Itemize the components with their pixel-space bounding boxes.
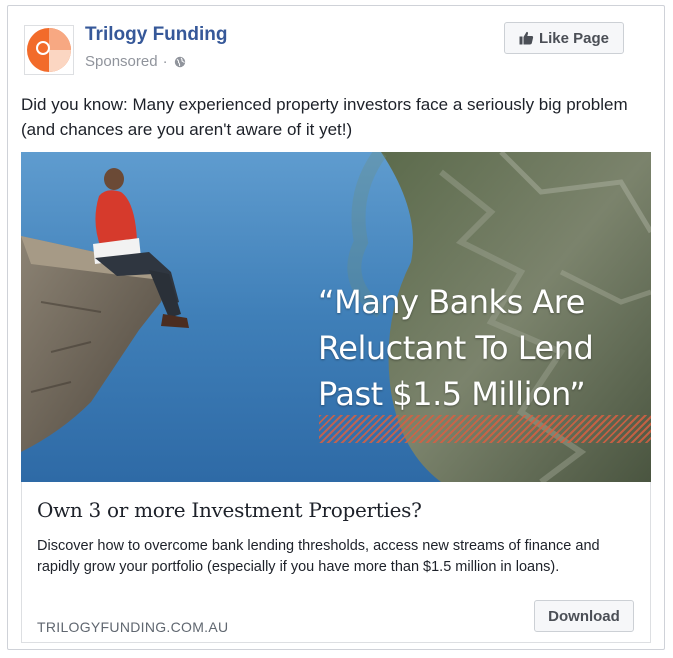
- like-page-button[interactable]: Like Page: [504, 22, 624, 54]
- globe-icon[interactable]: [174, 56, 186, 68]
- ad-image[interactable]: “Many Banks Are Reluctant To Lend Past $…: [21, 152, 651, 482]
- page-name-link[interactable]: Trilogy Funding: [85, 24, 227, 46]
- sponsored-post-card: Trilogy Funding Sponsored · Like Page Di…: [7, 5, 665, 650]
- page-avatar[interactable]: [24, 25, 74, 75]
- ad-description: Discover how to overcome bank lending th…: [37, 538, 600, 575]
- meta-separator: ·: [162, 53, 168, 70]
- sponsored-label[interactable]: Sponsored: [85, 53, 158, 70]
- ad-headline[interactable]: Own 3 or more Investment Properties?: [37, 498, 422, 522]
- quote-line-3: Past $1.5 Million”: [318, 375, 586, 413]
- display-url: TRILOGYFUNDING.COM.AU: [37, 619, 229, 635]
- post-meta: Sponsored ·: [85, 53, 186, 70]
- like-page-label: Like Page: [538, 29, 610, 47]
- ad-image-quote: “Many Banks Are Reluctant To Lend Past $…: [318, 279, 648, 417]
- trilogy-funding-logo: [27, 28, 71, 72]
- ad-link-section[interactable]: Own 3 or more Investment Properties? Dis…: [21, 482, 651, 643]
- quote-line-2: Reluctant To Lend: [318, 329, 594, 367]
- download-button[interactable]: Download: [534, 600, 634, 632]
- thumbs-up-icon: [519, 31, 534, 45]
- post-body-text: Did you know: Many experienced property …: [21, 95, 628, 139]
- decorative-stripes: [319, 415, 651, 443]
- quote-line-1: “Many Banks Are: [318, 283, 585, 321]
